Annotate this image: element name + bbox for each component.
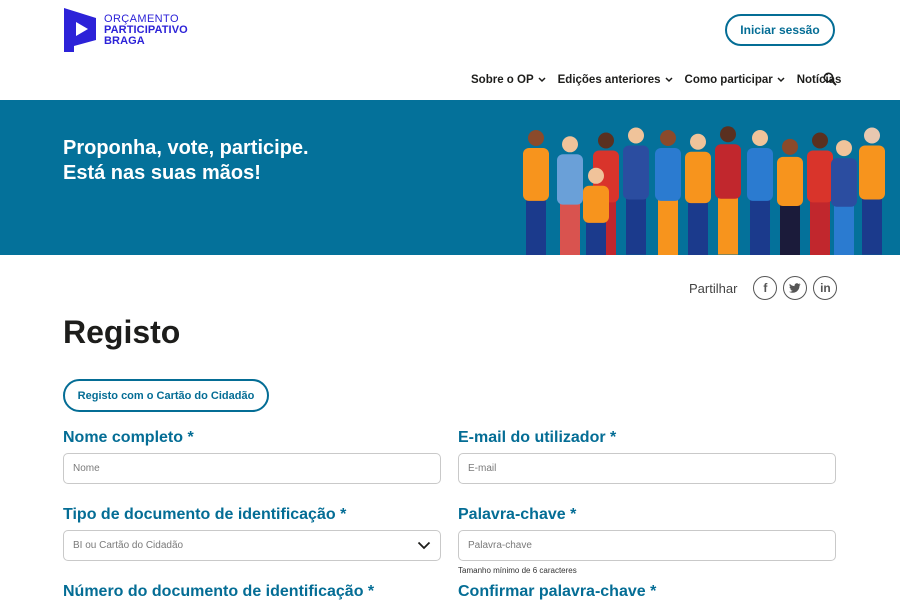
person-shape (562, 136, 578, 153)
person-shape (750, 198, 770, 255)
person-shape (777, 156, 803, 207)
password-label: Palavra-chave * (458, 506, 577, 523)
hero-line-1: Proponha, vote, participe. (63, 137, 309, 159)
hero-banner: Proponha, vote, participe. Está nas suas… (0, 100, 900, 255)
nav-label: Edições anteriores (557, 74, 661, 86)
logo-line-3: BRAGA (104, 35, 145, 47)
site-header: ORÇAMENTO PARTICIPATIVO BRAGA Iniciar se… (0, 0, 900, 100)
logo-mark-icon (64, 8, 96, 52)
doc-type-value: BI ou Cartão do Cidadão (73, 540, 184, 551)
person-shape (628, 127, 644, 144)
person-shape (660, 130, 676, 146)
doc-type-label: Tipo de documento de identificação * (63, 506, 347, 523)
doc-number-label: Número do documento de identificação * (63, 583, 375, 600)
name-label: Nome completo * (63, 429, 194, 446)
person-shape (831, 158, 857, 207)
person-shape (715, 144, 741, 199)
person-shape (557, 154, 583, 205)
chevron-down-icon (538, 77, 546, 83)
person-shape (586, 221, 606, 255)
chevron-down-icon (665, 77, 673, 83)
person-shape (685, 151, 711, 204)
person-shape (864, 127, 880, 144)
chevron-down-icon (417, 541, 431, 550)
password-input[interactable] (458, 530, 836, 561)
page-title: Registo (63, 314, 181, 350)
person-shape (780, 203, 800, 255)
share-label: Partilhar (689, 280, 738, 296)
person-shape (688, 200, 708, 255)
email-input[interactable] (458, 453, 836, 484)
person-shape (836, 140, 852, 157)
person-shape (782, 138, 798, 155)
citizen-card-register-button[interactable]: Registo com o Cartão do Cidadão (63, 379, 269, 412)
person-shape (598, 132, 614, 149)
person-shape (658, 198, 678, 255)
doc-type-select[interactable]: BI ou Cartão do Cidadão (63, 530, 441, 561)
name-input[interactable] (63, 453, 441, 484)
email-label: E-mail do utilizador * (458, 429, 617, 446)
people-illustration (523, 126, 885, 255)
search-icon[interactable] (823, 72, 837, 86)
twitter-bird-icon (789, 283, 801, 293)
confirm-password-label: Confirmar palavra-chave * (458, 583, 657, 600)
login-button[interactable]: Iniciar sessão (725, 14, 835, 46)
person-shape (690, 133, 706, 150)
person-shape (720, 126, 736, 143)
person-shape (752, 130, 768, 146)
site-logo[interactable]: ORÇAMENTO PARTICIPATIVO BRAGA (62, 6, 188, 54)
facebook-icon[interactable]: f (753, 276, 778, 300)
person-shape (526, 198, 546, 255)
person-shape (807, 150, 833, 203)
hero-title: Proponha, vote, participe. Está nas suas… (63, 136, 309, 186)
chevron-down-icon (777, 77, 785, 83)
facebook-glyph: f (763, 281, 768, 295)
person-shape (859, 145, 885, 200)
share-bar: Partilhar f in (689, 276, 838, 300)
main-nav: Sobre o OP Edições anteriores Como parti… (471, 74, 853, 86)
logo-text: ORÇAMENTO PARTICIPATIVO BRAGA (104, 14, 188, 47)
person-shape (588, 167, 604, 184)
person-shape (812, 132, 828, 149)
person-shape (560, 202, 580, 255)
person-shape (523, 148, 549, 201)
password-hint: Tamanho mínimo de 6 caracteres (458, 566, 577, 575)
linkedin-icon[interactable]: in (813, 276, 838, 300)
person-shape (655, 148, 681, 201)
hero-line-2: Está nas suas mãos! (63, 162, 261, 184)
linkedin-glyph: in (820, 281, 831, 295)
person-shape (528, 130, 544, 146)
nav-label: Sobre o OP (471, 74, 534, 86)
person-shape (862, 196, 882, 255)
nav-item-sobre[interactable]: Sobre o OP (471, 74, 546, 86)
person-shape (834, 204, 854, 255)
person-shape (747, 148, 773, 201)
nav-item-edicoes[interactable]: Edições anteriores (558, 74, 673, 86)
person-shape (626, 196, 646, 255)
person-shape (810, 199, 830, 255)
nav-label: Como participar (684, 74, 773, 86)
person-shape (623, 145, 649, 200)
nav-item-como-participar[interactable]: Como participar (685, 74, 785, 86)
twitter-icon[interactable] (783, 276, 808, 300)
person-shape (583, 185, 609, 223)
person-shape (718, 196, 738, 255)
